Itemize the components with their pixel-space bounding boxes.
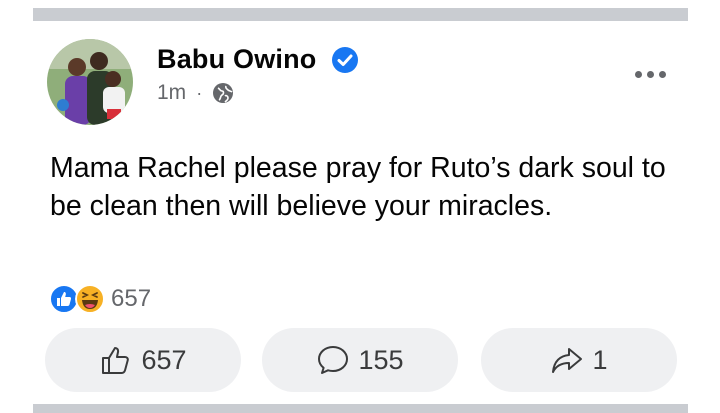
globe-icon (213, 83, 234, 103)
comment-count: 155 (358, 344, 404, 375)
thumbs-up-icon (102, 347, 130, 374)
post-meta: 1m · (157, 81, 234, 105)
author-name[interactable]: Babu Owino (157, 44, 317, 75)
comment-button[interactable]: 155 (262, 328, 458, 392)
reactions-summary[interactable]: 657 (49, 283, 151, 315)
more-dot (658, 70, 666, 78)
reaction-count: 657 (111, 285, 152, 312)
like-count: 657 (141, 344, 187, 375)
feed-separator-bottom (33, 404, 688, 413)
more-dot (646, 70, 654, 78)
like-button[interactable]: 657 (45, 328, 241, 392)
share-count: 1 (592, 344, 608, 375)
meta-separator: · (196, 82, 203, 103)
share-button[interactable]: 1 (481, 328, 677, 392)
haha-reaction-icon (75, 284, 105, 314)
more-options-button[interactable] (630, 63, 670, 85)
share-arrow-icon (552, 348, 583, 373)
more-dot (634, 70, 642, 78)
comment-icon (318, 346, 349, 374)
post-time[interactable]: 1m (157, 81, 186, 105)
verified-badge-icon (332, 47, 358, 73)
feed-separator-top (33, 8, 688, 21)
author-avatar[interactable] (47, 39, 133, 125)
post-text: Mama Rachel please pray for Ruto’s dark … (50, 152, 666, 222)
